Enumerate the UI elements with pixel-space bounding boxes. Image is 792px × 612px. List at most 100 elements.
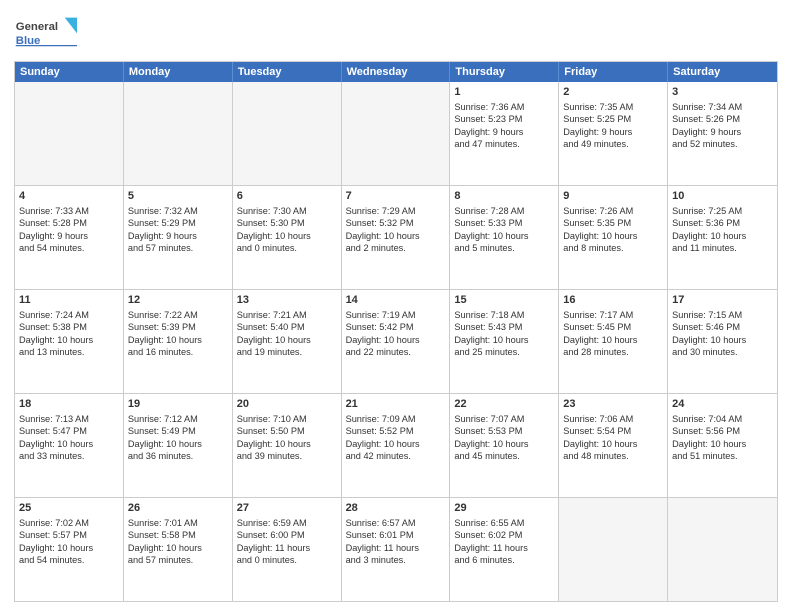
cal-header-saturday: Saturday [668, 62, 777, 82]
day-number: 29 [454, 501, 554, 516]
day-number: 9 [563, 189, 663, 204]
day-info-line: and 48 minutes. [563, 450, 663, 462]
day-info-line: Sunset: 5:43 PM [454, 321, 554, 333]
day-number: 15 [454, 293, 554, 308]
day-info-line: and 2 minutes. [346, 242, 446, 254]
cal-cell: 28Sunrise: 6:57 AMSunset: 6:01 PMDayligh… [342, 498, 451, 601]
day-info-line: Sunset: 5:52 PM [346, 425, 446, 437]
day-info-line: Sunset: 5:54 PM [563, 425, 663, 437]
day-info-line: Daylight: 10 hours [19, 542, 119, 554]
day-info-line: and 13 minutes. [19, 346, 119, 358]
day-info-line: Daylight: 9 hours [672, 126, 773, 138]
day-number: 7 [346, 189, 446, 204]
day-info-line: Sunset: 5:29 PM [128, 217, 228, 229]
day-info-line: Sunrise: 7:04 AM [672, 413, 773, 425]
day-info-line: Daylight: 10 hours [128, 542, 228, 554]
cal-cell [342, 82, 451, 185]
day-info-line: Sunrise: 7:07 AM [454, 413, 554, 425]
day-info-line: Daylight: 10 hours [346, 230, 446, 242]
day-info-line: and 36 minutes. [128, 450, 228, 462]
cal-cell: 8Sunrise: 7:28 AMSunset: 5:33 PMDaylight… [450, 186, 559, 289]
cal-cell: 22Sunrise: 7:07 AMSunset: 5:53 PMDayligh… [450, 394, 559, 497]
day-info-line: and 11 minutes. [672, 242, 773, 254]
cal-cell: 21Sunrise: 7:09 AMSunset: 5:52 PMDayligh… [342, 394, 451, 497]
cal-cell [15, 82, 124, 185]
day-number: 3 [672, 85, 773, 100]
day-info-line: and 16 minutes. [128, 346, 228, 358]
day-info-line: Daylight: 10 hours [563, 230, 663, 242]
day-info-line: Daylight: 11 hours [346, 542, 446, 554]
cal-week-1: 1Sunrise: 7:36 AMSunset: 5:23 PMDaylight… [15, 82, 777, 186]
day-info-line: Sunrise: 7:34 AM [672, 101, 773, 113]
day-number: 4 [19, 189, 119, 204]
day-info-line: Daylight: 10 hours [237, 334, 337, 346]
calendar-header: SundayMondayTuesdayWednesdayThursdayFrid… [15, 62, 777, 82]
cal-week-2: 4Sunrise: 7:33 AMSunset: 5:28 PM Daylight… [15, 186, 777, 290]
page: General Blue SundayMondayTuesdayWednesda… [0, 0, 792, 612]
cal-header-wednesday: Wednesday [342, 62, 451, 82]
logo: General Blue [14, 10, 84, 55]
day-info-line: Daylight: 10 hours [346, 334, 446, 346]
day-info-line: Sunrise: 7:28 AM [454, 205, 554, 217]
day-number: 26 [128, 501, 228, 516]
cal-cell: 24Sunrise: 7:04 AMSunset: 5:56 PMDayligh… [668, 394, 777, 497]
day-info-line: Daylight: 10 hours [454, 230, 554, 242]
day-info-line: and 8 minutes. [563, 242, 663, 254]
day-info-line: Sunrise: 7:15 AM [672, 309, 773, 321]
day-info-line: Daylight: 10 hours [19, 334, 119, 346]
day-info-line: Sunset: 5:45 PM [563, 321, 663, 333]
day-info-line: and 39 minutes. [237, 450, 337, 462]
day-info-line: and 28 minutes. [563, 346, 663, 358]
cal-cell: 12Sunrise: 7:22 AMSunset: 5:39 PMDayligh… [124, 290, 233, 393]
day-number: 16 [563, 293, 663, 308]
day-info-line: Sunrise: 7:35 AM [563, 101, 663, 113]
day-number: 17 [672, 293, 773, 308]
cal-cell: 7Sunrise: 7:29 AMSunset: 5:32 PMDaylight… [342, 186, 451, 289]
cal-cell: 17Sunrise: 7:15 AMSunset: 5:46 PMDayligh… [668, 290, 777, 393]
day-info-line: and 3 minutes. [346, 554, 446, 566]
day-info-line: Daylight: 10 hours [19, 438, 119, 450]
day-info-line: and 5 minutes. [454, 242, 554, 254]
day-info-line: Sunrise: 7:33 AM [19, 205, 119, 217]
day-number: 5 [128, 189, 228, 204]
day-info-line: Sunset: 5:40 PM [237, 321, 337, 333]
day-number: 1 [454, 85, 554, 100]
day-number: 10 [672, 189, 773, 204]
cal-cell: 14Sunrise: 7:19 AMSunset: 5:42 PMDayligh… [342, 290, 451, 393]
day-number: 24 [672, 397, 773, 412]
day-info-line: Sunrise: 7:12 AM [128, 413, 228, 425]
day-number: 13 [237, 293, 337, 308]
cal-cell: 27Sunrise: 6:59 AMSunset: 6:00 PMDayligh… [233, 498, 342, 601]
cal-week-3: 11Sunrise: 7:24 AMSunset: 5:38 PMDayligh… [15, 290, 777, 394]
day-info-line: Sunset: 5:57 PM [19, 529, 119, 541]
cal-cell: 9Sunrise: 7:26 AMSunset: 5:35 PMDaylight… [559, 186, 668, 289]
day-info-line: Sunset: 5:23 PM [454, 113, 554, 125]
day-info-line: and 57 minutes. [128, 554, 228, 566]
cal-cell: 4Sunrise: 7:33 AMSunset: 5:28 PMDaylight… [15, 186, 124, 289]
day-info-line: Sunset: 5:28 PM [19, 217, 119, 229]
day-info-line: Sunrise: 7:25 AM [672, 205, 773, 217]
day-info-line: Daylight: 10 hours [672, 334, 773, 346]
day-info-line: and 47 minutes. [454, 138, 554, 150]
day-info-line: and 33 minutes. [19, 450, 119, 462]
day-info-line: Daylight: 10 hours [346, 438, 446, 450]
cal-header-sunday: Sunday [15, 62, 124, 82]
day-info-line: and 52 minutes. [672, 138, 773, 150]
cal-header-thursday: Thursday [450, 62, 559, 82]
day-info-line: Sunset: 5:33 PM [454, 217, 554, 229]
cal-header-tuesday: Tuesday [233, 62, 342, 82]
cal-week-4: 18Sunrise: 7:13 AMSunset: 5:47 PMDayligh… [15, 394, 777, 498]
day-number: 18 [19, 397, 119, 412]
cal-cell [124, 82, 233, 185]
cal-cell: 10Sunrise: 7:25 AMSunset: 5:36 PMDayligh… [668, 186, 777, 289]
day-number: 28 [346, 501, 446, 516]
day-number: 6 [237, 189, 337, 204]
cal-cell: 5Sunrise: 7:32 AMSunset: 5:29 PMDaylight… [124, 186, 233, 289]
day-number: 20 [237, 397, 337, 412]
day-number: 19 [128, 397, 228, 412]
cal-cell: 11Sunrise: 7:24 AMSunset: 5:38 PMDayligh… [15, 290, 124, 393]
day-info-line: and 22 minutes. [346, 346, 446, 358]
day-info-line: Sunrise: 7:09 AM [346, 413, 446, 425]
day-info-line: and 49 minutes. [563, 138, 663, 150]
day-number: 11 [19, 293, 119, 308]
